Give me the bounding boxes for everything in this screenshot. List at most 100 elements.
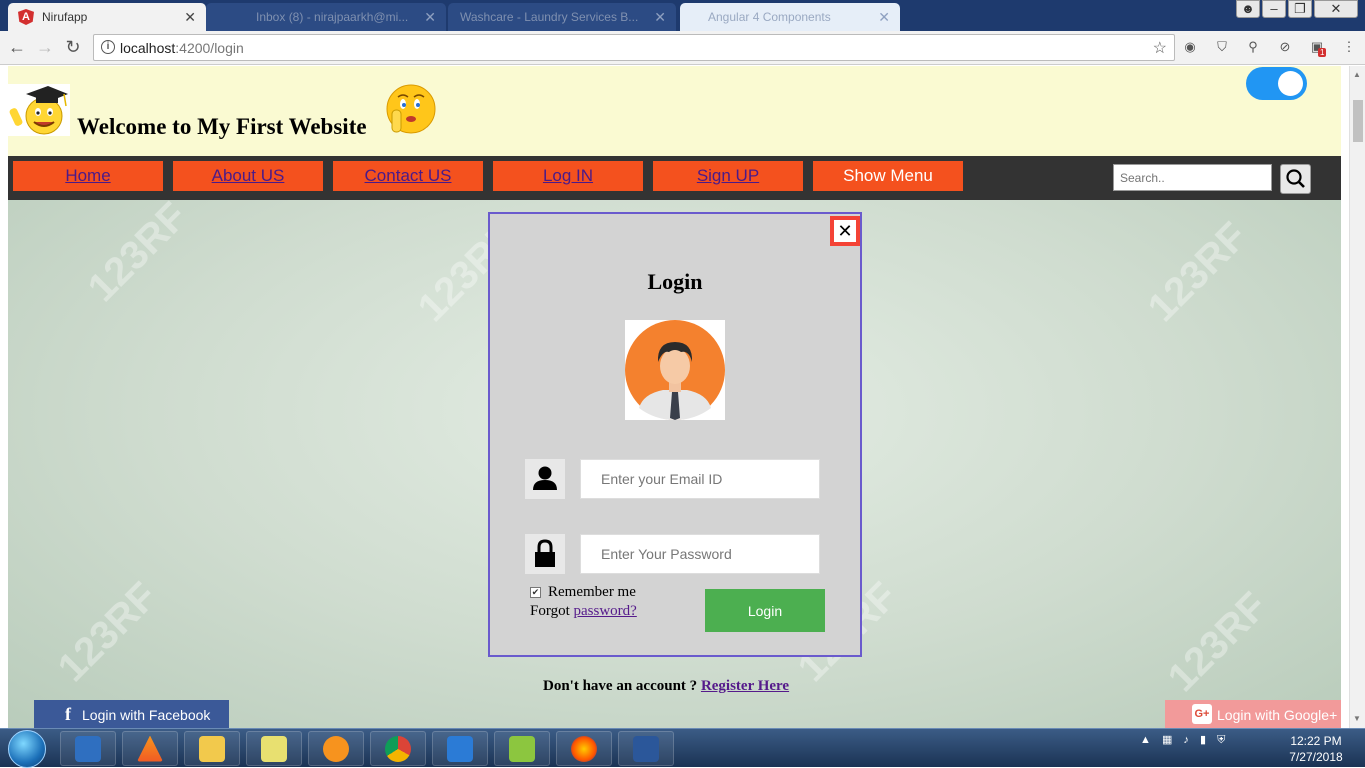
register-link[interactable]: Register Here <box>701 678 789 694</box>
scroll-up-icon[interactable]: ▲ <box>1353 70 1361 79</box>
extension-badge-count: 1 <box>1318 48 1327 57</box>
tray-network-icon[interactable]: ▦ <box>1162 734 1172 746</box>
extension-shield-icon[interactable]: ⛉ <box>1213 39 1231 57</box>
tab-title: Inbox (8) - nirajpaarkh@mi... <box>256 10 409 24</box>
system-tray: ▲ ▦ ♪ ▮ ⛨ <box>1140 733 1225 747</box>
profile-icon[interactable]: ☻ <box>1236 0 1260 18</box>
nav-signup-link[interactable]: Sign UP <box>653 161 803 191</box>
tab-close-icon[interactable]: ✕ <box>424 9 436 26</box>
close-icon: ✕ <box>834 220 856 242</box>
theme-toggle-switch[interactable] <box>1246 67 1307 100</box>
url-bar[interactable]: i localhost:4200/login ☆ <box>93 34 1175 61</box>
browser-tab-washcare[interactable]: Washcare - Laundry Services B... ✕ <box>448 3 676 31</box>
windows-taskbar: ▲ ▦ ♪ ▮ ⛨ 12:22 PM 7/27/2018 <box>0 728 1365 768</box>
site-title: Welcome to My First Website <box>77 114 367 139</box>
info-icon[interactable]: i <box>101 40 115 54</box>
browser-tab-inbox[interactable]: Inbox (8) - nirajpaarkh@mi... ✕ <box>206 3 446 31</box>
tray-volume-icon[interactable]: ♪ <box>1183 734 1189 746</box>
taskbar-media-player-icon[interactable] <box>60 731 116 766</box>
angular-icon: A <box>18 9 34 25</box>
facebook-icon: f <box>65 704 71 724</box>
scroll-down-icon[interactable]: ▼ <box>1353 714 1361 723</box>
tab-close-icon[interactable]: ✕ <box>654 9 666 26</box>
tab-close-icon[interactable]: ✕ <box>878 9 890 26</box>
start-button-icon[interactable] <box>8 730 46 768</box>
facebook-label: Login with Facebook <box>82 707 211 723</box>
register-prefix: Don't have an account ? <box>543 678 701 694</box>
remember-checkbox[interactable]: ✔ <box>530 587 541 598</box>
watermark-text: 123RF <box>79 194 196 311</box>
clock-time: 12:22 PM <box>1290 734 1342 748</box>
watermark-text: 123RF <box>1159 584 1276 701</box>
graduate-emoji-logo <box>8 84 70 136</box>
user-icon <box>533 466 557 490</box>
minimize-icon[interactable]: – <box>1262 0 1286 18</box>
toggle-knob <box>1278 71 1303 96</box>
web-page: Welcome to My First Website Home About U… <box>8 66 1341 728</box>
login-button[interactable]: Login <box>705 589 825 632</box>
facebook-login-button[interactable]: f Login with Facebook <box>34 700 229 728</box>
remember-me: ✔ Remember me <box>530 584 636 601</box>
modal-title: Login <box>647 269 703 294</box>
tab-title: Washcare - Laundry Services B... <box>460 10 639 24</box>
user-icon-box <box>525 459 565 499</box>
watermark-text: 123RF <box>49 574 166 691</box>
restore-icon[interactable]: ❐ <box>1288 0 1312 18</box>
close-window-icon[interactable]: ✕ <box>1314 0 1358 18</box>
back-icon[interactable]: ← <box>6 37 28 58</box>
reload-icon[interactable]: ↻ <box>62 37 84 58</box>
forward-icon[interactable]: → <box>34 37 56 58</box>
google-label: Login with Google+ <box>1217 707 1338 723</box>
site-header: Welcome to My First Website <box>8 66 1341 156</box>
shush-emoji-logo <box>386 84 436 134</box>
taskbar-firefox-icon[interactable] <box>556 731 612 766</box>
lock-icon-box <box>525 534 565 574</box>
forgot-prefix: Forgot <box>530 603 574 619</box>
show-menu-button[interactable]: Show Menu <box>813 161 963 191</box>
login-modal: ✕ Login Enter your Email ID Enter Your P… <box>488 212 862 657</box>
browser-tab-angular[interactable]: Angular 4 Components ✕ <box>680 3 900 31</box>
taskbar-uc-browser-icon[interactable] <box>308 731 364 766</box>
chrome-menu-icon[interactable]: ⋮ <box>1340 39 1358 57</box>
taskbar-vscode-icon[interactable] <box>432 731 488 766</box>
search-button[interactable] <box>1280 164 1311 194</box>
nav-contact-link[interactable]: Contact US <box>333 161 483 191</box>
tray-signal-icon[interactable]: ▮ <box>1200 734 1206 746</box>
page-scrollbar[interactable]: ▲ ▼ <box>1349 66 1365 728</box>
nav-about-link[interactable]: About US <box>173 161 323 191</box>
nav-home-link[interactable]: Home <box>13 161 163 191</box>
extension-globe-icon[interactable]: ◉ <box>1181 39 1199 57</box>
taskbar-word-icon[interactable] <box>618 731 674 766</box>
bookmark-star-icon[interactable]: ☆ <box>1153 38 1167 58</box>
tab-close-icon[interactable]: ✕ <box>184 9 196 26</box>
taskbar-vlc-icon[interactable] <box>122 731 178 766</box>
main-navbar: Home About US Contact US Log IN Sign UP … <box>8 156 1341 200</box>
url-host: localhost <box>120 39 176 56</box>
browser-tab-strip: A Nirufapp ✕ Inbox (8) - nirajpaarkh@mi.… <box>0 0 1365 31</box>
google-plus-icon: G+ <box>1192 704 1212 724</box>
avatar <box>625 320 725 420</box>
password-field[interactable]: Enter Your Password <box>580 534 820 574</box>
email-field[interactable]: Enter your Email ID <box>580 459 820 499</box>
google-login-button[interactable]: G+ Login with Google+ <box>1165 700 1341 728</box>
watermark-text: 123RF <box>1139 214 1256 331</box>
remember-label: Remember me <box>548 584 636 600</box>
taskbar-chrome-icon[interactable] <box>370 731 426 766</box>
tray-shield-icon[interactable]: ⛨ <box>1217 734 1225 746</box>
extension-search-icon[interactable]: ⚲ <box>1244 39 1262 57</box>
taskbar-sticky-notes-icon[interactable] <box>246 731 302 766</box>
modal-close-button[interactable]: ✕ <box>830 216 860 246</box>
taskbar-explorer-icon[interactable] <box>184 731 240 766</box>
clock-date: 7/27/2018 <box>1289 750 1343 764</box>
tray-expand-icon[interactable]: ▲ <box>1140 734 1151 746</box>
tab-title: Angular 4 Components <box>708 10 831 24</box>
extension-clip-icon[interactable]: ⊘ <box>1276 39 1294 57</box>
browser-tab-active[interactable]: A Nirufapp ✕ <box>8 3 206 31</box>
taskbar-notepad-plus-icon[interactable] <box>494 731 550 766</box>
taskbar-clock[interactable]: 12:22 PM 7/27/2018 <box>1285 733 1347 765</box>
extension-badge-icon[interactable]: ▣ 1 <box>1308 39 1327 57</box>
scrollbar-thumb[interactable] <box>1353 100 1363 142</box>
nav-login-link[interactable]: Log IN <box>493 161 643 191</box>
forgot-password-link[interactable]: password? <box>573 603 636 619</box>
search-input[interactable] <box>1113 164 1272 191</box>
